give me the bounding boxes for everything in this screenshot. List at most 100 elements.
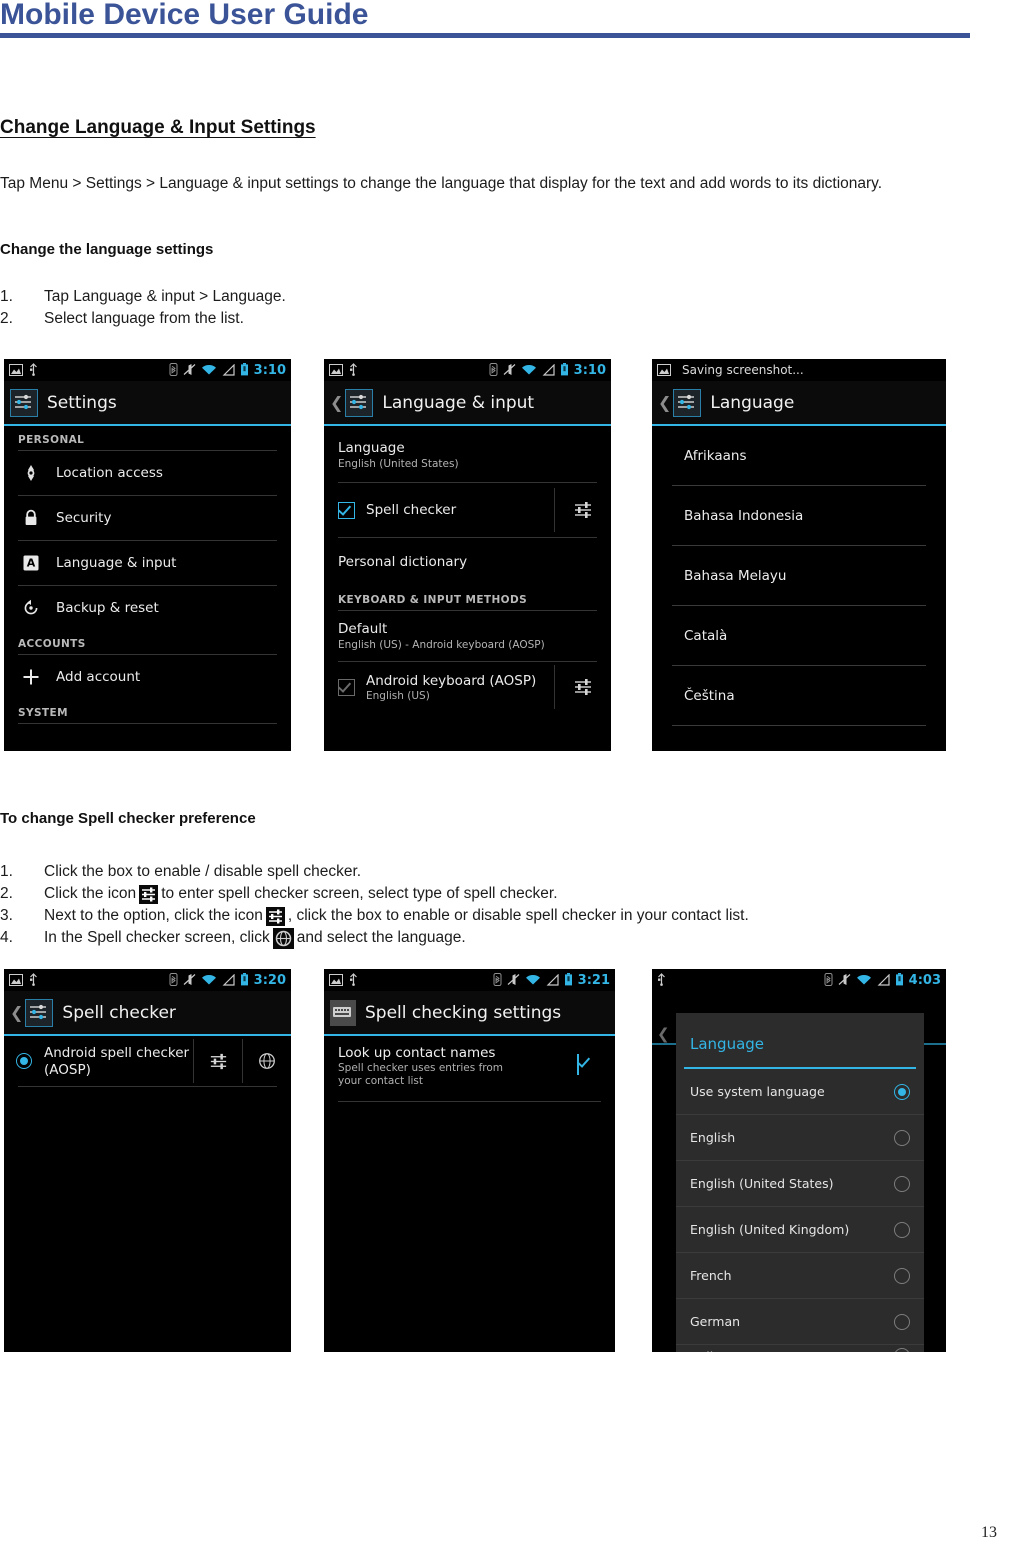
keyboard-icon [330, 999, 356, 1026]
row-android-spell-checker[interactable]: Android spell checker (AOSP) [4, 1036, 291, 1086]
dialog-option[interactable]: French [676, 1253, 924, 1299]
dialog-option[interactable]: English (United Kingdom) [676, 1207, 924, 1253]
usb-icon [29, 971, 38, 990]
dialog-option[interactable]: English (United States) [676, 1161, 924, 1207]
row-language[interactable]: Language English (United States) [324, 426, 611, 482]
look-up-contact-names-checkbox[interactable] [577, 1054, 579, 1075]
page-header: Mobile Device User Guide [0, 0, 1011, 48]
list-text: Click the icon [44, 885, 137, 902]
dialog-option-radio[interactable] [894, 1083, 910, 1100]
back-chevron-icon[interactable]: ❮ [657, 1025, 670, 1043]
back-chevron-icon[interactable]: ❮ [330, 394, 343, 411]
action-bar-title: Settings [47, 392, 117, 413]
list-text: In the Spell checker screen, click [44, 929, 270, 946]
status-time: 3:10 [253, 362, 286, 378]
usb-icon [349, 971, 358, 990]
spell-checker-checkbox[interactable] [338, 501, 355, 519]
list-item: 4. In the Spell checker screen, click an… [0, 927, 749, 949]
language-option[interactable]: Čeština [652, 666, 946, 725]
dialog-option[interactable]: Italian [676, 1345, 924, 1352]
spell-checker-settings-button[interactable] [193, 1039, 242, 1083]
list-item: 1. Tap Language & input > Language. [0, 286, 286, 308]
spell-checker-settings-button[interactable] [554, 488, 611, 532]
backup-reset-icon [18, 599, 44, 617]
language-option[interactable]: Afrikaans [652, 426, 946, 485]
row-subtitle: Spell checker uses entries from your con… [338, 1062, 504, 1087]
battery-icon [560, 361, 569, 380]
row-title: Android keyboard (AOSP) [366, 672, 537, 689]
steps-list-spell-checker: 1. Click the box to enable / disable spe… [0, 861, 749, 949]
spell-checker-language-button[interactable] [242, 1039, 291, 1083]
section-header-personal: PERSONAL [18, 434, 85, 446]
language-a-icon: A [18, 554, 44, 572]
language-option[interactable]: Català [652, 606, 946, 665]
dialog-option-radio[interactable] [894, 1129, 910, 1146]
language-option[interactable]: Bahasa Melayu [652, 546, 946, 605]
action-bar-title: Spell checker [62, 1002, 176, 1023]
divider [672, 725, 926, 726]
screenshot-icon [9, 361, 23, 380]
bluetooth-icon [489, 361, 498, 380]
row-subtitle: English (US) [366, 689, 430, 702]
section-heading: Change Language & Input Settings [0, 117, 316, 138]
dialog-option-radio[interactable] [894, 1221, 910, 1238]
screenshot-spell-checker: 3:20 ❮ Spell checker Android spell check… [4, 969, 291, 1352]
sliders-icon [265, 906, 285, 926]
dialog-option[interactable]: German [676, 1299, 924, 1345]
usb-icon [657, 971, 666, 990]
dialog-option-label: Italian [690, 1349, 729, 1353]
row-spell-checker[interactable]: Spell checker [324, 483, 611, 537]
dialog-option-radio[interactable] [894, 1175, 910, 1192]
dialog-option-label: English (United States) [690, 1176, 834, 1191]
row-title: Android spell checker [44, 1044, 190, 1061]
back-chevron-icon[interactable]: ❮ [10, 1004, 23, 1021]
list-text: Select language from the list. [44, 310, 244, 327]
sub-heading-change-language: Change the language settings [0, 241, 214, 258]
dialog-option-radio[interactable] [894, 1348, 910, 1352]
signal-icon [546, 971, 559, 990]
language-option[interactable]: Bahasa Indonesia [652, 486, 946, 545]
vibrate-icon [183, 361, 196, 380]
settings-item-location-access[interactable]: Location access [4, 451, 291, 495]
settings-item-backup-and-reset[interactable]: Backup & reset [4, 586, 291, 630]
status-time: 3:20 [253, 972, 286, 988]
row-look-up-contact-names[interactable]: Look up contact names Spell checker uses… [324, 1036, 615, 1101]
settings-item-label: Security [56, 510, 112, 526]
settings-sliders-icon [10, 388, 38, 417]
android-keyboard-checkbox[interactable] [338, 678, 355, 696]
settings-list: PERSONAL Location access Security A Lang… [4, 426, 291, 724]
screenshot-settings: 3:10 Settings PERSONAL Location access S… [4, 359, 291, 751]
svg-text:A: A [27, 557, 36, 570]
sliders-icon [139, 884, 159, 904]
divider [18, 723, 277, 724]
row-subtitle: English (United States) [338, 458, 459, 470]
settings-sliders-icon [25, 998, 54, 1027]
language-dialog: Language Use system language English Eng… [676, 1013, 924, 1352]
row-default-keyboard[interactable]: Default English (US) - Android keyboard … [324, 611, 611, 661]
sliders-icon [575, 502, 591, 518]
dialog-option[interactable]: English [676, 1115, 924, 1161]
settings-item-security[interactable]: Security [4, 496, 291, 540]
dialog-option[interactable]: Use system language [676, 1069, 924, 1115]
row-label: Look up contact names Spell checker uses… [338, 1045, 528, 1088]
settings-item-language-and-input[interactable]: A Language & input [4, 541, 291, 585]
globe-icon [259, 1053, 275, 1069]
dialog-option-radio[interactable] [894, 1313, 910, 1330]
dialog-option-radio[interactable] [894, 1267, 910, 1284]
bluetooth-icon [824, 971, 833, 990]
section-header-keyboard: KEYBOARD & INPUT METHODS [338, 594, 528, 606]
list-item: 2. Select language from the list. [0, 308, 286, 330]
steps-list-language: 1. Tap Language & input > Language. 2. S… [0, 286, 286, 330]
battery-icon [895, 971, 904, 990]
row-personal-dictionary[interactable]: Personal dictionary [324, 538, 611, 586]
divider [18, 1086, 277, 1087]
settings-item-add-account[interactable]: Add account [4, 655, 291, 699]
screenshot-language-dialog: 4:03 ❮ Language Use system language Engl… [652, 969, 946, 1352]
android-keyboard-settings-button[interactable] [554, 665, 611, 709]
list-number: 3. [0, 907, 13, 924]
battery-icon [240, 361, 249, 380]
row-android-keyboard[interactable]: Android keyboard (AOSP) English (US) [324, 662, 611, 712]
back-chevron-icon[interactable]: ❮ [658, 394, 671, 411]
lock-icon [18, 509, 44, 527]
android-spell-checker-radio[interactable] [16, 1053, 32, 1069]
